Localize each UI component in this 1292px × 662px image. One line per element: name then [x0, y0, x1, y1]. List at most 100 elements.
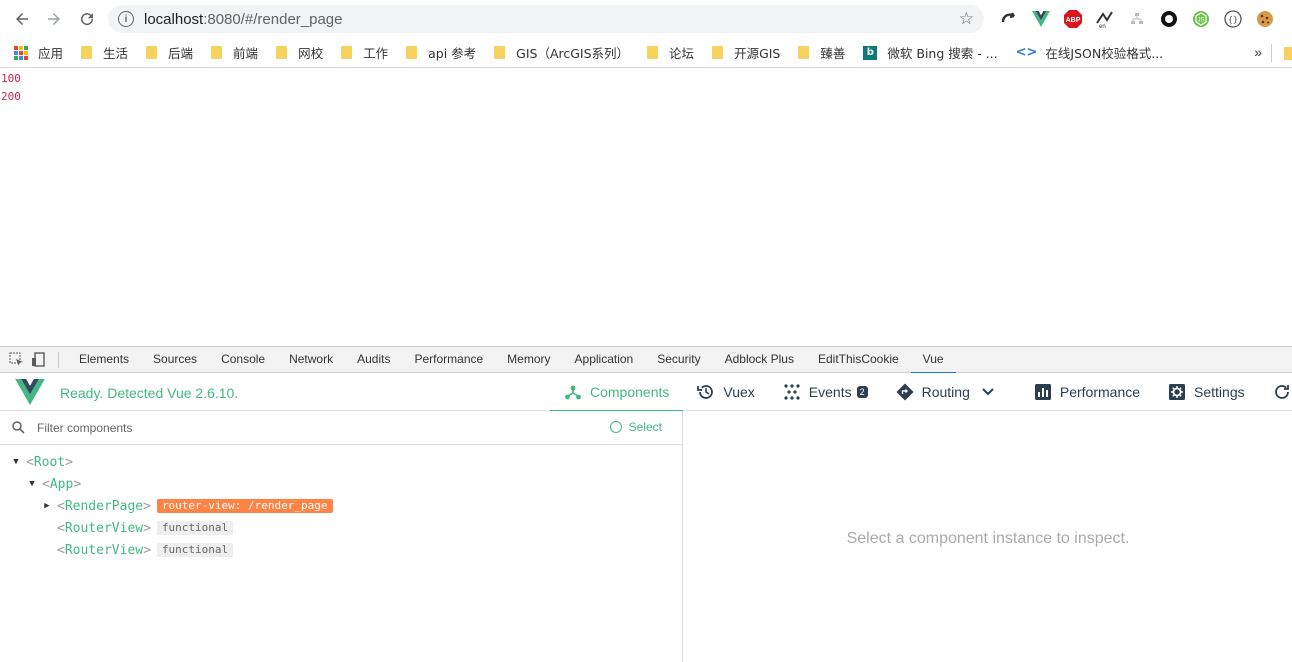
folder-icon — [406, 46, 418, 59]
device-toolbar-icon[interactable] — [28, 350, 48, 370]
adblock-plus-icon[interactable]: ABP — [1062, 8, 1084, 30]
tree-node-root[interactable]: ▼ < Root > — [0, 451, 682, 473]
folder-icon — [146, 46, 158, 59]
tab-editthiscookie[interactable]: EditThisCookie — [806, 346, 911, 373]
tab-performance[interactable]: Performance — [402, 346, 495, 373]
url-host: localhost — [144, 10, 204, 28]
refresh-icon — [1274, 385, 1289, 399]
folder-icon — [798, 46, 810, 59]
bookmark-folder[interactable]: 后端 — [146, 43, 193, 62]
tree-node-renderpage[interactable]: ▶ < RenderPage > router-view: /render_page — [0, 495, 682, 517]
target-icon — [609, 421, 622, 433]
nav-components[interactable]: Components — [550, 373, 684, 412]
tab-sources[interactable]: Sources — [141, 346, 209, 373]
url-text[interactable]: localhost:8080/#/render_page — [144, 11, 343, 28]
bookmark-star-icon[interactable]: ☆ — [959, 9, 974, 29]
nav-performance[interactable]: Performance — [1020, 373, 1154, 411]
caret-down-icon[interactable]: ▼ — [28, 479, 36, 489]
tree-extension-icon[interactable] — [1126, 8, 1148, 30]
refresh-button[interactable] — [1259, 373, 1292, 411]
folder-icon — [341, 46, 353, 59]
folder-icon — [494, 46, 506, 59]
bookmark-folder[interactable]: api 参考 — [406, 43, 476, 62]
bookmark-bing[interactable]: b 微软 Bing 搜索 - ... — [863, 43, 998, 62]
tab-vue[interactable]: Vue — [910, 346, 956, 374]
component-name: App — [49, 476, 74, 492]
bookmark-label: GIS（ArcGIS系列） — [516, 46, 630, 61]
bookmark-folder[interactable]: 开源GIS — [712, 43, 780, 62]
bookmark-folder[interactable]: 工作 — [341, 43, 388, 62]
ring-extension-icon[interactable] — [1158, 8, 1180, 30]
nav-components-label: Components — [590, 384, 670, 400]
bookmark-folder[interactable]: GIS（ArcGIS系列） — [494, 43, 629, 62]
caret-right-icon[interactable]: ▶ — [43, 501, 51, 511]
vue-devtools-extension-icon[interactable] — [1030, 8, 1052, 30]
nodejs-extension-icon[interactable]: JS — [1190, 8, 1212, 30]
component-tree: ▼ < Root > ▼ < App > ▶ < RenderPage > router-v… — [0, 445, 682, 561]
vue-logo-icon — [15, 379, 45, 405]
component-name: RouterView — [64, 542, 144, 558]
cookie-extension-icon[interactable] — [1254, 8, 1276, 30]
filter-components-input[interactable] — [37, 420, 437, 435]
folder-icon — [647, 46, 659, 59]
tab-application[interactable]: Application — [563, 346, 646, 373]
json-icon: <> — [1015, 45, 1038, 60]
bookmark-folder[interactable]: 网校 — [276, 43, 323, 62]
reload-button[interactable] — [72, 4, 102, 34]
bookmarks-overflow-button[interactable]: » — [1254, 44, 1262, 60]
bookmark-label: 论坛 — [669, 46, 695, 61]
page-viewport: 100 200 — [0, 70, 1292, 346]
tree-node-app[interactable]: ▼ < App > — [0, 473, 682, 495]
select-label: Select — [628, 420, 662, 434]
page-text-line: 200 — [1, 90, 21, 103]
tree-node-routerview[interactable]: < RouterView > functional — [0, 539, 682, 561]
history-icon — [697, 385, 714, 399]
back-button[interactable] — [7, 4, 37, 34]
translate-extension-icon[interactable]: en — [1094, 8, 1116, 30]
extension-arrow-icon[interactable] — [998, 8, 1020, 30]
bookmark-folder[interactable]: 论坛 — [647, 43, 694, 62]
nav-routing-label: Routing — [921, 384, 970, 400]
bookmark-folder[interactable]: 臻善 — [798, 43, 845, 62]
chevron-down-icon — [982, 385, 1002, 399]
component-name: RenderPage — [64, 498, 144, 514]
address-bar[interactable]: i localhost:8080/#/render_page ☆ — [108, 5, 984, 33]
svg-text:JS: JS — [1197, 18, 1204, 24]
nav-settings[interactable]: Settings — [1154, 373, 1259, 411]
bookmark-label: api 参考 — [428, 46, 477, 61]
bookmark-label: 应用 — [38, 46, 64, 61]
events-icon — [784, 384, 800, 400]
other-bookmarks-folder-icon[interactable] — [1284, 47, 1292, 60]
inspect-element-icon[interactable] — [6, 350, 26, 370]
nav-events[interactable]: Events 2 — [769, 373, 882, 411]
tab-security[interactable]: Security — [645, 346, 712, 373]
tab-console[interactable]: Console — [209, 346, 277, 373]
tab-audits[interactable]: Audits — [345, 346, 402, 373]
folder-icon — [81, 46, 93, 59]
json-viewer-extension-icon[interactable]: {} — [1222, 8, 1244, 30]
bookmark-apps[interactable]: 应用 — [14, 43, 63, 62]
select-component-button[interactable]: Select — [609, 420, 662, 434]
bookmark-label: 后端 — [168, 46, 194, 61]
svg-text:{}: {} — [1228, 15, 1238, 24]
nav-vuex[interactable]: Vuex — [683, 373, 768, 411]
bookmark-folder[interactable]: 前端 — [211, 43, 258, 62]
tab-network[interactable]: Network — [277, 346, 345, 373]
bing-icon: b — [863, 45, 878, 60]
bookmark-folder[interactable]: 生活 — [81, 43, 128, 62]
directions-icon — [896, 383, 914, 401]
caret-down-icon[interactable]: ▼ — [12, 457, 20, 467]
tab-adblock-plus[interactable]: Adblock Plus — [713, 346, 806, 373]
components-icon — [565, 385, 581, 400]
component-name: Root — [33, 454, 66, 470]
folder-icon — [211, 46, 223, 59]
info-icon[interactable]: i — [118, 11, 134, 27]
bookmark-label: 开源GIS — [734, 46, 781, 61]
tab-elements[interactable]: Elements — [67, 346, 141, 373]
component-tree-pane: Select ▼ <Root> ▼ <App> ▶ <RenderPage> r… — [0, 411, 683, 662]
tree-node-routerview[interactable]: < RouterView > functional — [0, 517, 682, 539]
forward-button[interactable] — [39, 4, 69, 34]
nav-routing[interactable]: Routing — [882, 373, 1016, 411]
bookmark-json[interactable]: <> 在线JSON校验格式... — [1016, 43, 1164, 62]
tab-memory[interactable]: Memory — [495, 346, 562, 373]
